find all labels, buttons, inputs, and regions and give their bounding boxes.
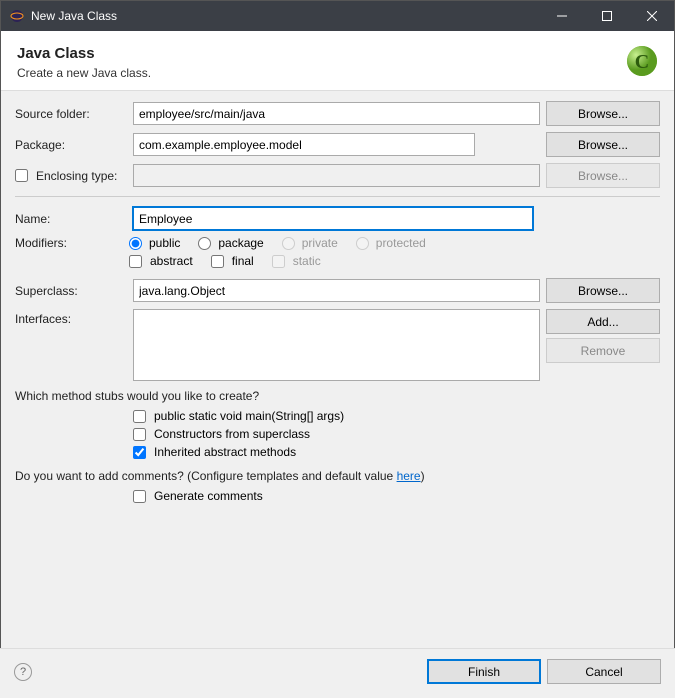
dialog-footer: ? Finish Cancel [0, 648, 675, 698]
eclipse-icon [9, 8, 25, 24]
cancel-button[interactable]: Cancel [547, 659, 661, 684]
stub-inherited[interactable]: Inherited abstract methods [133, 445, 296, 459]
modifier-static: static [272, 254, 321, 268]
modifier-final[interactable]: final [211, 254, 254, 268]
interfaces-remove-button: Remove [546, 338, 660, 363]
titlebar: New Java Class [1, 1, 674, 31]
stub-main[interactable]: public static void main(String[] args) [133, 409, 344, 423]
comments-question: Do you want to add comments? (Configure … [15, 469, 660, 483]
enclosing-type-input [133, 164, 540, 187]
name-input[interactable] [133, 207, 533, 230]
modifier-private: private [282, 236, 338, 250]
interfaces-add-button[interactable]: Add... [546, 309, 660, 334]
finish-button[interactable]: Finish [427, 659, 541, 684]
class-icon: C [624, 43, 660, 79]
help-icon[interactable]: ? [14, 663, 32, 681]
separator [15, 196, 660, 197]
superclass-label: Superclass: [15, 284, 127, 298]
generate-comments[interactable]: Generate comments [133, 489, 263, 503]
source-folder-browse-button[interactable]: Browse... [546, 101, 660, 126]
dialog-subtitle: Create a new Java class. [17, 66, 658, 80]
dialog-content: Source folder: Browse... Package: Browse… [1, 91, 674, 681]
close-button[interactable] [629, 1, 674, 31]
package-browse-button[interactable]: Browse... [546, 132, 660, 157]
svg-text:C: C [635, 51, 649, 73]
dialog-header: Java Class Create a new Java class. C [1, 31, 674, 91]
enclosing-type-checkbox[interactable] [15, 169, 28, 182]
modifier-public[interactable]: public [129, 236, 180, 250]
source-folder-input[interactable] [133, 102, 540, 125]
window-title: New Java Class [31, 9, 539, 23]
enclosing-type-label[interactable]: Enclosing type: [15, 169, 127, 183]
modifier-abstract[interactable]: abstract [129, 254, 193, 268]
stubs-question: Which method stubs would you like to cre… [15, 389, 660, 403]
package-input[interactable] [133, 133, 475, 156]
package-label: Package: [15, 138, 127, 152]
enclosing-type-browse-button: Browse... [546, 163, 660, 188]
modifiers-label: Modifiers: [15, 236, 127, 250]
interfaces-list[interactable] [133, 309, 540, 381]
configure-templates-link[interactable]: here [397, 469, 421, 483]
minimize-button[interactable] [539, 1, 584, 31]
interfaces-label: Interfaces: [15, 309, 127, 381]
modifier-package[interactable]: package [198, 236, 263, 250]
dialog-title: Java Class [17, 45, 658, 62]
superclass-input[interactable] [133, 279, 540, 302]
maximize-button[interactable] [584, 1, 629, 31]
stub-constructors[interactable]: Constructors from superclass [133, 427, 310, 441]
modifier-protected: protected [356, 236, 426, 250]
name-label: Name: [15, 212, 127, 226]
superclass-browse-button[interactable]: Browse... [546, 278, 660, 303]
source-folder-label: Source folder: [15, 107, 127, 121]
